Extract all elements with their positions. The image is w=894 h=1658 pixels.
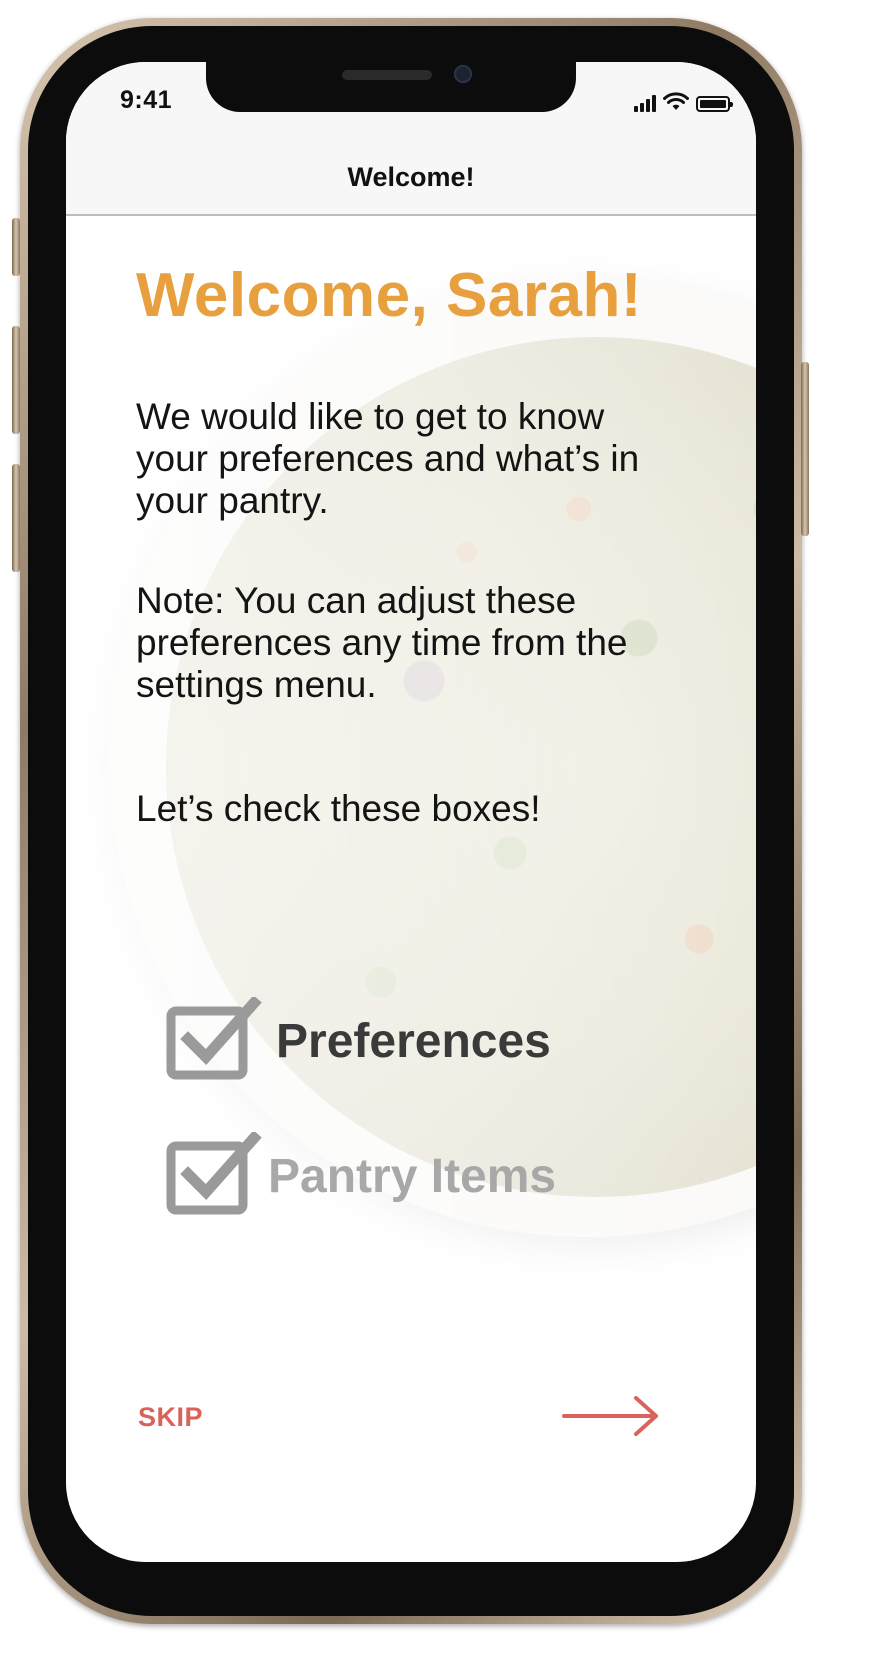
wifi-icon <box>663 92 689 110</box>
checklist-item-preferences[interactable]: Preferences <box>166 997 551 1081</box>
speaker-grille <box>342 70 432 80</box>
front-camera <box>454 65 472 83</box>
cellular-signal-icon <box>634 95 656 112</box>
nav-title: Welcome! <box>347 162 475 192</box>
note-text: Note: You can adjust these preferences a… <box>136 580 628 705</box>
checklist-item-pantry-items[interactable]: Pantry Items <box>166 1132 556 1216</box>
notch <box>206 62 576 112</box>
skip-button[interactable]: SKIP <box>138 1402 203 1433</box>
volume-down-button <box>12 464 20 572</box>
mute-switch <box>12 218 20 276</box>
status-bar: 9:41 <box>66 62 756 142</box>
prompt-text: Let’s check these boxes! <box>136 788 541 829</box>
welcome-heading: Welcome, Sarah! <box>136 261 642 330</box>
checklist-label: Pantry Items <box>268 1149 557 1203</box>
mockup-stage: 9:41 Welcome! Welcome, Sarah! We would l… <box>0 0 894 1658</box>
battery-icon <box>696 96 733 112</box>
intro-text: We would like to get to know your prefer… <box>136 396 640 521</box>
checkbox-checked-icon[interactable] <box>166 997 262 1081</box>
power-button <box>801 362 809 536</box>
arrow-right-icon[interactable] <box>562 1394 662 1438</box>
phone-screen: 9:41 Welcome! Welcome, Sarah! We would l… <box>66 62 756 1562</box>
status-icons <box>634 90 733 112</box>
status-time: 9:41 <box>120 86 173 114</box>
checklist-label: Preferences <box>276 1014 551 1068</box>
checkbox-checked-icon[interactable] <box>166 1132 262 1216</box>
nav-bar: Welcome! <box>66 142 756 216</box>
volume-up-button <box>12 326 20 434</box>
